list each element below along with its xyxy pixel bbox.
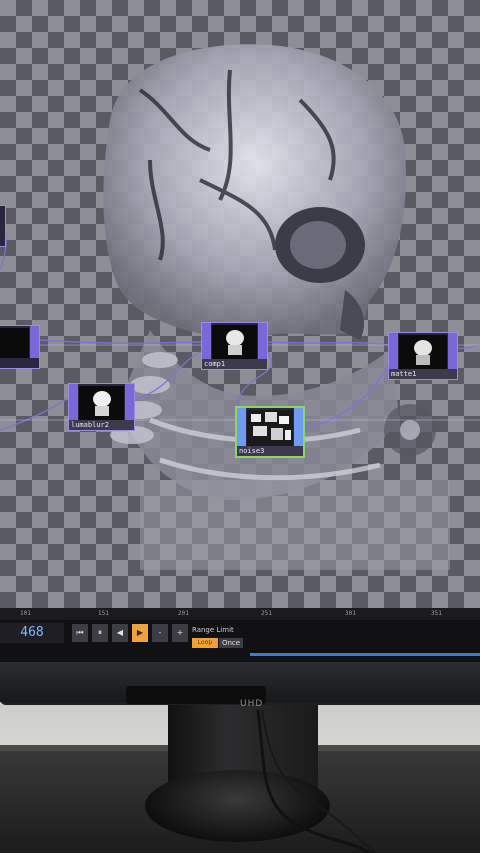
- node-title: matte1: [389, 369, 457, 379]
- node-output-connector[interactable]: [125, 384, 134, 420]
- node-title: noise3: [237, 446, 303, 456]
- node-thumbnail: [79, 386, 124, 420]
- node-input-connector[interactable]: [237, 408, 246, 446]
- step-minus-button[interactable]: -: [152, 624, 168, 642]
- node-title: lumablur2: [69, 420, 134, 430]
- ruler-tick: 351: [431, 610, 442, 617]
- node-output-connector[interactable]: [30, 326, 39, 358]
- node-matte1[interactable]: matte1: [388, 332, 458, 380]
- skull-render-background: [0, 44, 480, 570]
- node-comp1[interactable]: comp1: [201, 322, 268, 370]
- node-output-connector[interactable]: [258, 323, 267, 359]
- node-thumbnail: [399, 335, 447, 369]
- node-lumablur2[interactable]: lumablur2: [68, 383, 135, 431]
- current-frame-field[interactable]: 468: [0, 623, 64, 643]
- node-input-connector[interactable]: [69, 384, 78, 420]
- node-thumbnail: [247, 410, 293, 446]
- node-output-connector[interactable]: [294, 408, 303, 446]
- ruler-tick: 101: [20, 610, 31, 617]
- node-output-connector[interactable]: [448, 333, 457, 369]
- node-thumbnail: [212, 325, 257, 359]
- step-back-button[interactable]: ◀: [112, 624, 128, 642]
- monitor-stand-base: [145, 770, 330, 842]
- rewind-button[interactable]: ⏮: [72, 624, 88, 642]
- node-noise3[interactable]: noise3: [235, 406, 305, 458]
- range-loop-toggle[interactable]: Loop: [192, 638, 218, 648]
- range-limit-label: Range Limit: [192, 626, 234, 634]
- ruler-tick: 201: [178, 610, 189, 617]
- network-editor-screen[interactable]: comp1 matte1 lumablur2 noise3: [0, 0, 480, 662]
- step-plus-button[interactable]: +: [172, 624, 188, 642]
- node-partial-left-top[interactable]: [0, 205, 6, 247]
- node-input-connector[interactable]: [389, 333, 398, 369]
- pause-button[interactable]: ⏸: [92, 624, 108, 642]
- ruler-tick: 151: [98, 610, 109, 617]
- node-input-connector[interactable]: [202, 323, 211, 359]
- timeline-ruler[interactable]: 101 151 201 251 301 351: [0, 608, 480, 620]
- ruler-tick: 251: [261, 610, 272, 617]
- monitor-uhd-badge: UHD: [240, 699, 264, 709]
- node-partial-left[interactable]: [0, 325, 40, 369]
- node-title: comp1: [202, 359, 267, 369]
- timeline-track[interactable]: [250, 653, 480, 656]
- range-once-toggle[interactable]: Once: [219, 638, 243, 648]
- ruler-tick: 301: [345, 610, 356, 617]
- play-button[interactable]: ▶: [132, 624, 148, 642]
- node-thumbnail: [0, 328, 29, 358]
